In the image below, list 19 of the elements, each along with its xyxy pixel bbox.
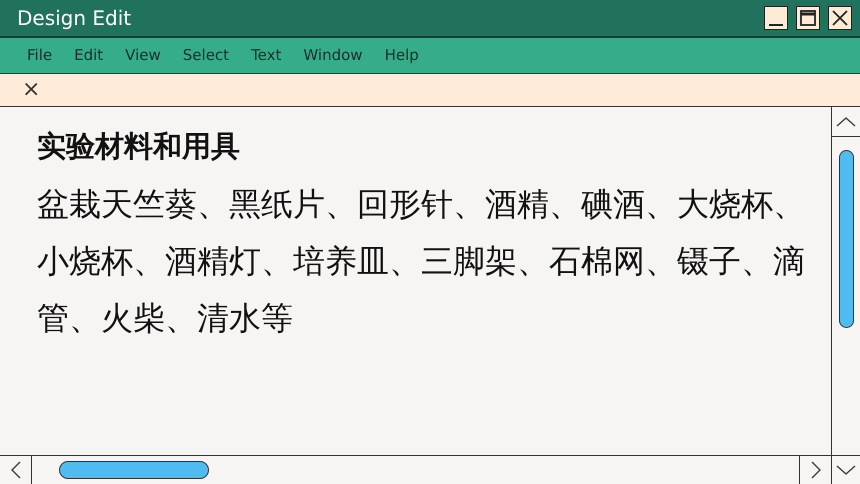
close-button[interactable] [828,6,852,30]
close-icon [831,9,849,27]
window-title: Design Edit [17,5,132,32]
menu-item[interactable]: View [118,44,168,67]
menu-item[interactable]: Window [296,44,370,67]
menu-item[interactable]: Edit [67,44,110,67]
horizontal-scroll-thumb[interactable] [59,461,209,479]
document-text: 盆栽天竺葵、黑纸片、回形针、酒精、碘酒、大烧杯、小烧杯、酒精灯、培养皿、三脚架、石棉网、镊子、滴管、火柴、清水等 [37,184,806,339]
document-heading: 实验材料和用具 [37,129,241,164]
minimize-icon [769,24,783,26]
maximize-icon [799,9,817,27]
menu-item[interactable]: Select [176,44,236,67]
menu-item[interactable]: File [20,44,60,67]
menu-item[interactable]: Text [244,44,288,67]
maximize-button[interactable] [796,6,820,30]
menu-item[interactable]: Help [378,44,426,67]
close-tab-button[interactable]: × [22,79,40,101]
minimize-button[interactable] [764,6,788,30]
vertical-scroll-thumb[interactable] [838,150,854,328]
